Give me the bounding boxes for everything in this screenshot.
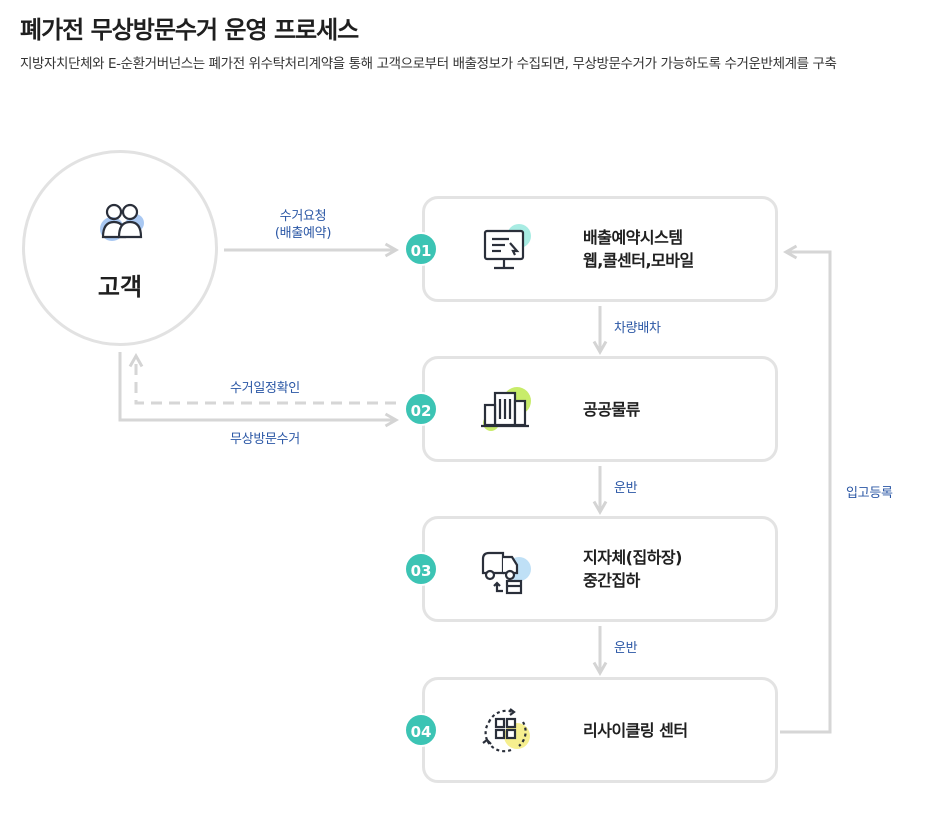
customer-label: 고객 [97, 273, 143, 301]
step-04-title: 리사이클링 센터 [583, 720, 688, 740]
step-03-text: 지자체(집하장) 중간집하 [583, 519, 682, 619]
step-01-title: 배출예약시스템 [583, 228, 683, 247]
label-request: 수거요청 (배출예약) [258, 208, 348, 242]
step-04-badge: 04 [404, 713, 438, 747]
step-02-text: 공공물류 [583, 359, 640, 459]
label-dispatch: 차량배차 [614, 321, 661, 336]
monitor-icon [483, 224, 531, 270]
label-warehousing: 입고등록 [846, 486, 893, 501]
recycle-icon [482, 708, 530, 753]
step-01-badge: 01 [404, 232, 438, 266]
label-transport-2: 운반 [614, 641, 638, 656]
step-03-box: 지자체(집하장) 중간집하 [422, 516, 778, 622]
step-01-box: 배출예약시스템 웹,콜센터,모바일 [422, 196, 778, 302]
arrow-warehousing [780, 244, 832, 734]
step-03-badge: 03 [404, 552, 438, 586]
step-03-title: 지자체(집하장) [583, 548, 682, 567]
label-free-pickup: 무상방문수거 [230, 432, 300, 447]
step-01-text: 배출예약시스템 웹,콜센터,모바일 [583, 199, 694, 299]
step-02-box: 공공물류 [422, 356, 778, 462]
customer-node: 고객 [22, 150, 218, 346]
step-02-badge: 02 [404, 392, 438, 426]
step-04-box: 리사이클링 센터 [422, 677, 778, 783]
truck-icon [481, 551, 531, 595]
building-icon [481, 387, 531, 431]
people-icon [100, 203, 144, 241]
label-request-line1: 수거요청 [279, 209, 327, 224]
step-04-text: 리사이클링 센터 [583, 680, 688, 780]
label-request-line2: (배출예약) [274, 226, 332, 241]
step-01-subtitle: 웹,콜센터,모바일 [583, 251, 694, 270]
step-02-title: 공공물류 [583, 399, 640, 419]
label-confirm: 수거일정확인 [230, 381, 300, 396]
label-transport-1: 운반 [614, 481, 638, 496]
step-03-subtitle: 중간집하 [583, 571, 640, 590]
